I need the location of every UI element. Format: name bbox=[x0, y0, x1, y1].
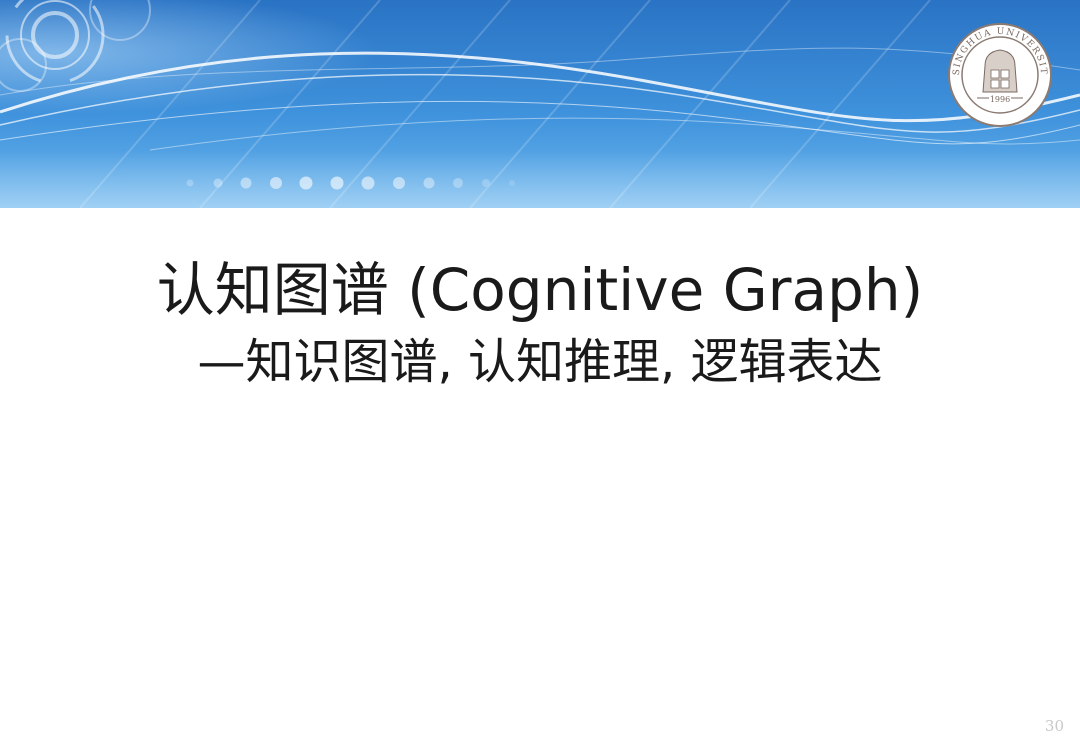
tsinghua-university-logo: TSINGHUA UNIVERSITY 1996 bbox=[947, 22, 1053, 128]
header-banner: TSINGHUA UNIVERSITY 1996 bbox=[0, 0, 1080, 208]
title-block: 认知图谱 (Cognitive Graph) —知识图谱, 认知推理, 逻辑表达 bbox=[0, 250, 1080, 392]
slide: TSINGHUA UNIVERSITY 1996 认知图谱 (Cognitive… bbox=[0, 0, 1080, 747]
svg-text:1996: 1996 bbox=[990, 95, 1010, 104]
slide-subtitle: —知识图谱, 认知推理, 逻辑表达 bbox=[197, 334, 883, 390]
slide-title: 认知图谱 (Cognitive Graph) bbox=[156, 256, 924, 324]
banner-graphic bbox=[0, 0, 1080, 208]
page-number: 30 bbox=[1044, 717, 1064, 735]
